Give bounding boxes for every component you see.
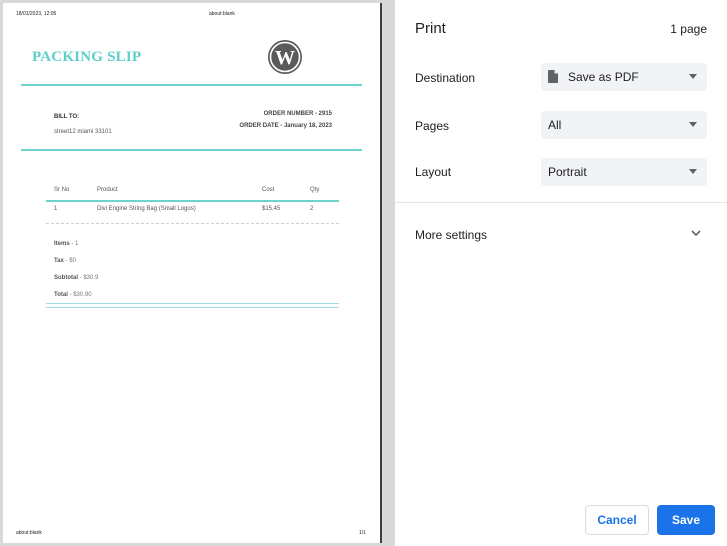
tax-value: - $0 [63,258,76,264]
subtotal-value: - $30.9 [78,275,99,281]
table-header-row: Sr No Product Cost Qty [46,183,339,200]
pages-label: Pages [415,119,450,133]
header-datetime: 18/01/2023, 12:05 [16,11,57,17]
cancel-button[interactable]: Cancel [585,505,649,535]
preview-page: 18/01/2023, 12:05 about:blank PACKING SL… [3,3,382,543]
header-divider [21,84,362,86]
layout-value: Portrait [548,165,587,179]
dropdown-arrow-icon [689,74,697,79]
address-divider [21,149,362,151]
more-settings-label: More settings [415,228,488,242]
tax-total: Tax - $0 [54,258,98,275]
items-value: - 1 [69,241,79,247]
more-settings-toggle[interactable]: More settings [395,220,727,248]
items-table: Sr No Product Cost Qty 1 Divi Engine Str… [46,183,339,224]
footer-divider [46,307,339,308]
subtotal-total: Subtotal - $30.9 [54,275,98,292]
dropdown-arrow-icon [689,169,697,174]
file-icon [548,70,558,83]
footer-divider [46,303,339,304]
items-label: Items [54,241,70,247]
footer-page-number: 1/1 [359,530,366,536]
save-button[interactable]: Save [657,505,715,535]
pages-select[interactable]: All [541,111,707,139]
table-cell: 1 [54,206,58,212]
order-date: ORDER DATE - January 18, 2023 [239,123,332,129]
bill-to-label: BILL TO: [54,114,80,120]
pages-value: All [548,118,562,132]
destination-label: Destination [415,71,476,85]
footer-url: about:blank [16,530,42,536]
print-title: Print [415,20,446,37]
svg-text:W: W [275,47,295,69]
table-row: 1 Divi Engine String Bag (Small Logos) $… [46,202,339,219]
order-totals: Items - 1 Tax - $0 Subtotal - $30.9 Tota… [54,241,98,309]
print-settings-panel: Print 1 page Destination Save as PDF Pag… [395,0,727,546]
table-header: Cost [262,187,275,193]
order-number: ORDER NUMBER - 2915 [263,111,332,117]
items-total: Items - 1 [54,241,98,258]
print-preview-area: 18/01/2023, 12:05 about:blank PACKING SL… [0,0,395,546]
packing-slip-title: PACKING SLIP [32,49,142,65]
destination-select[interactable]: Save as PDF [541,63,707,91]
settings-divider [395,202,727,203]
bill-to-address: street12 miami 33101 [54,129,112,135]
page-count: 1 page [670,22,707,36]
table-cell: Divi Engine String Bag (Small Logos) [97,206,196,212]
table-header: Sr No [54,187,70,193]
wordpress-logo-icon: W [268,40,302,74]
subtotal-label: Subtotal [54,275,78,281]
table-cell: $15.45 [262,206,281,212]
layout-select[interactable]: Portrait [541,158,707,186]
destination-value: Save as PDF [568,70,639,84]
table-header: Qty [310,187,320,193]
tax-label: Tax [54,258,64,264]
total-label: Total [54,292,68,298]
total-value: - $30.90 [67,292,92,298]
layout-label: Layout [415,165,452,179]
dropdown-arrow-icon [689,122,697,127]
table-header: Product [97,187,118,193]
header-url: about:blank [209,11,235,17]
table-row-line [46,223,339,224]
chevron-down-icon [691,230,701,237]
table-cell: 2 [310,206,314,212]
